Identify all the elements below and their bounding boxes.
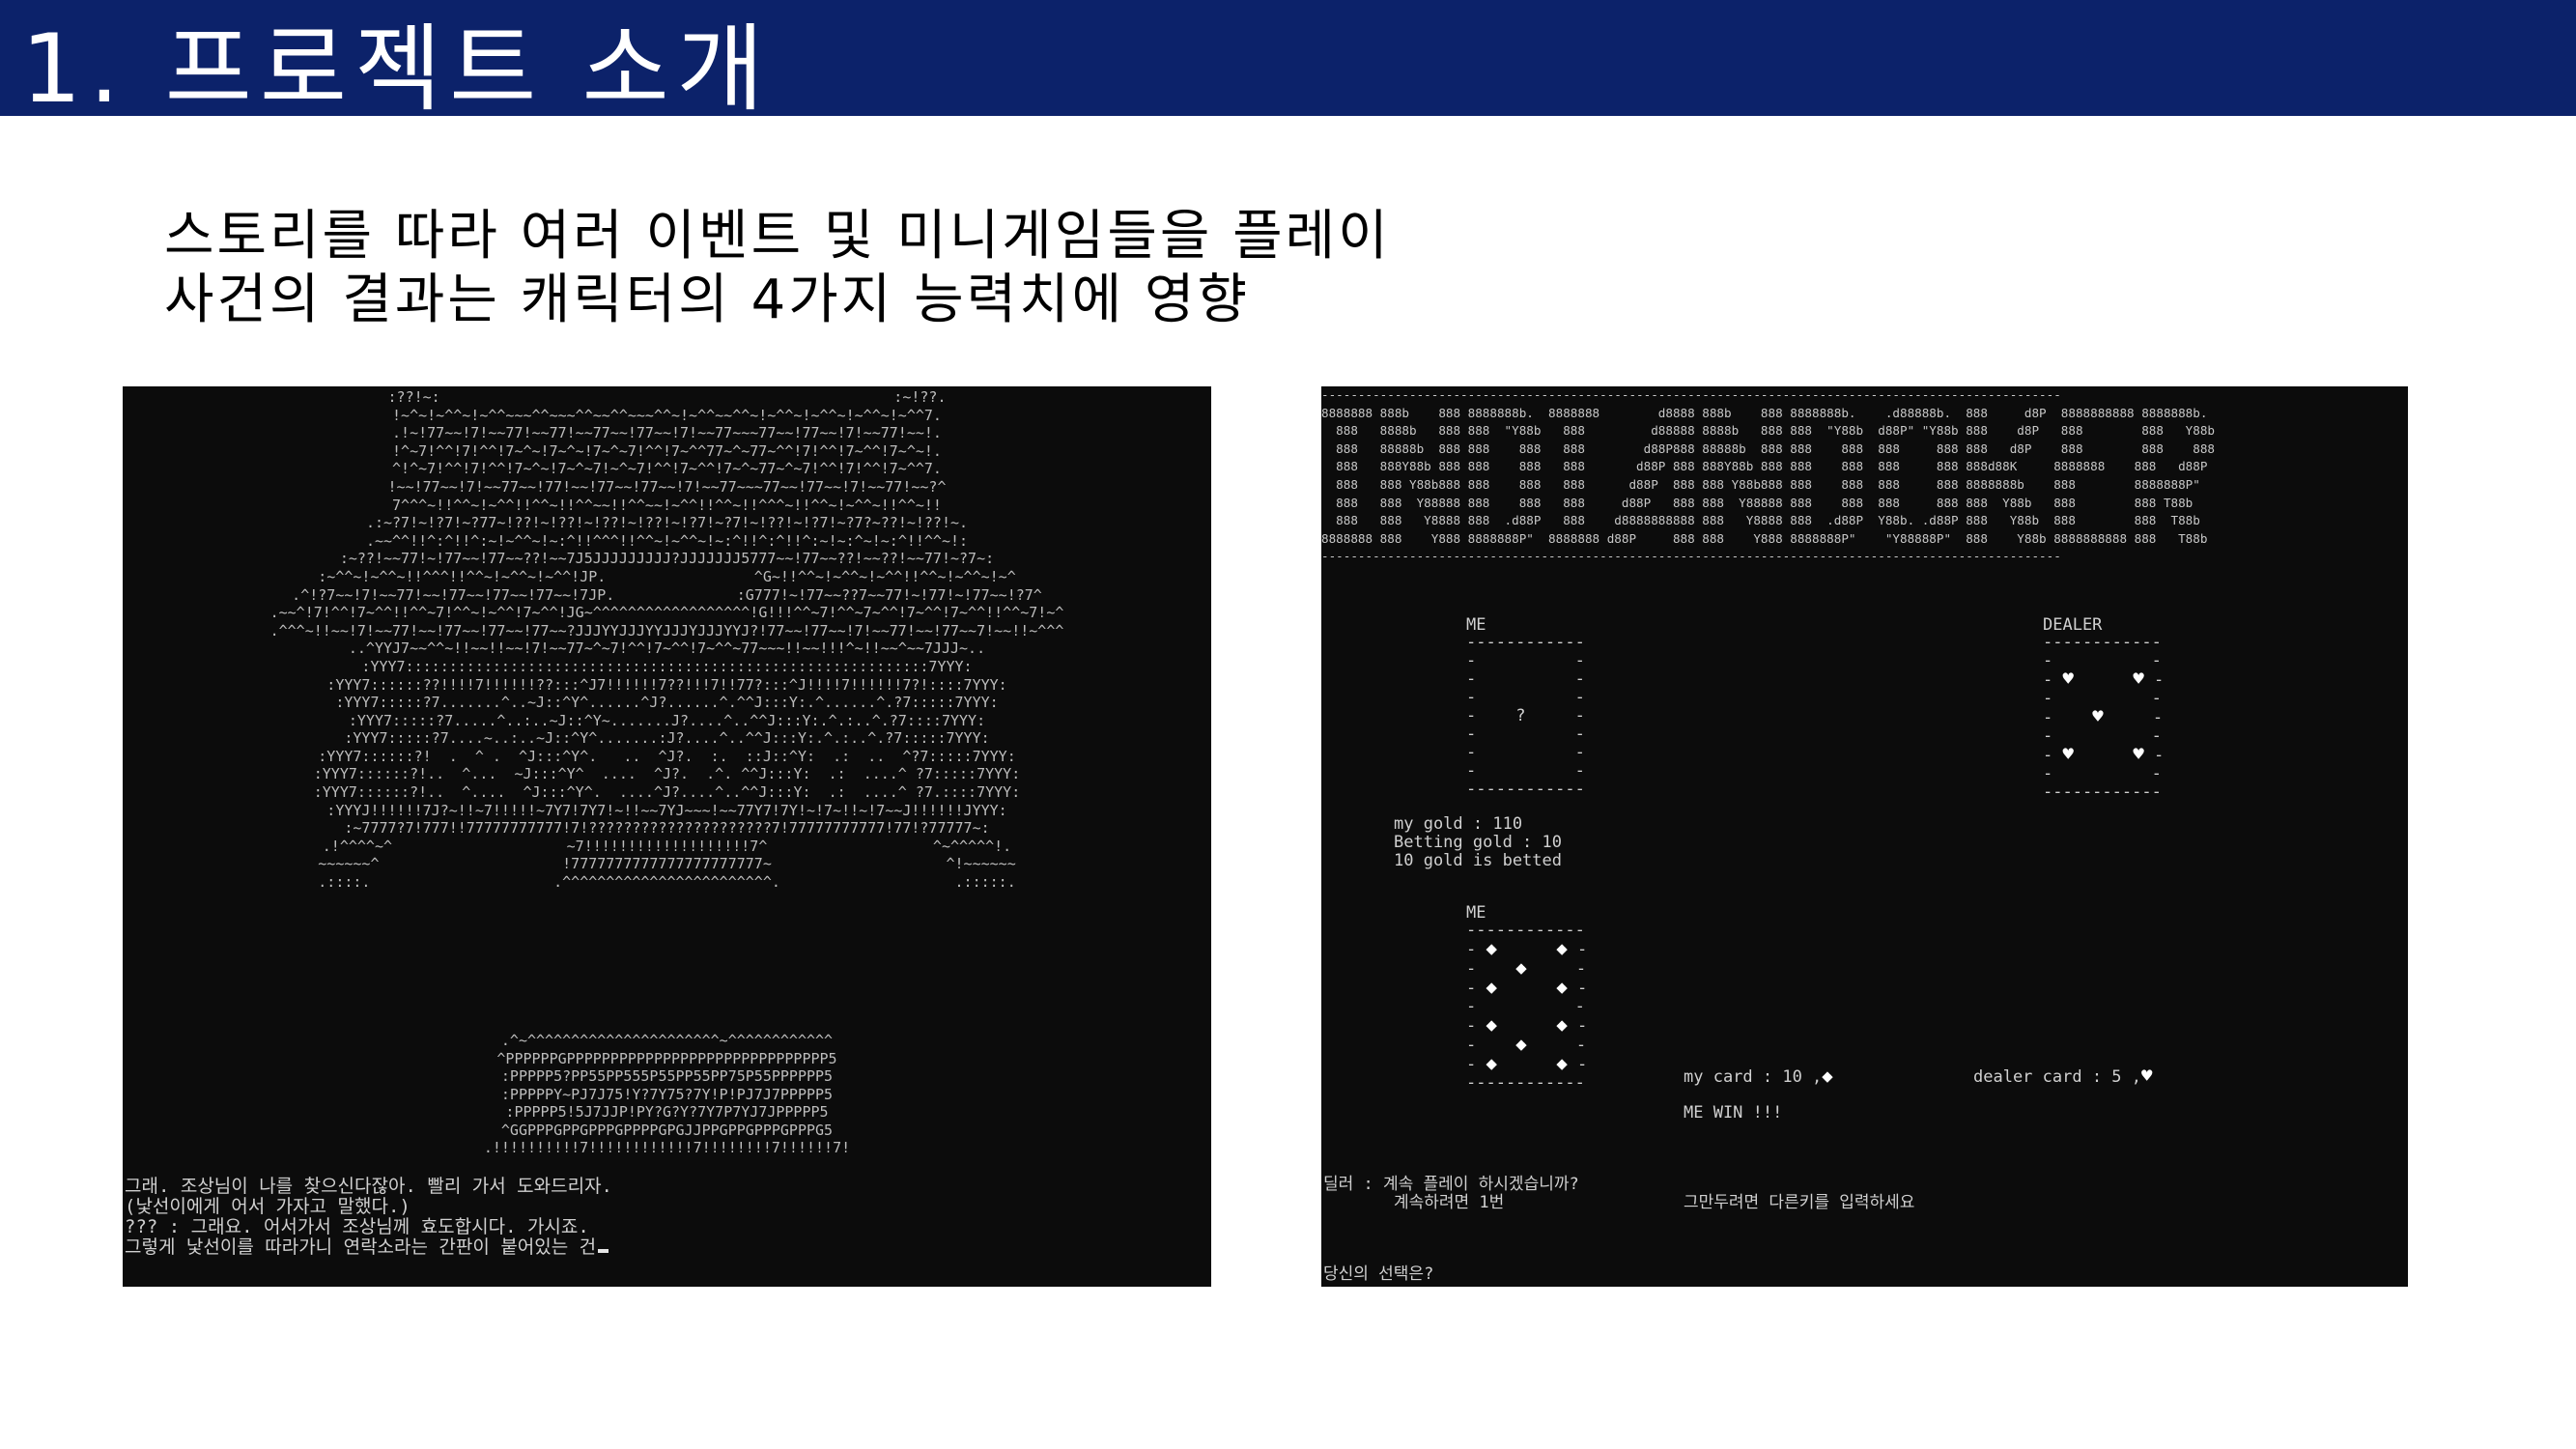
continue-prompt: 딜러 : 계속 플레이 하시겠습니까?	[1323, 1175, 1579, 1194]
game-console-screenshot: ----------------------------------------…	[1321, 386, 2408, 1287]
ascii-sign-art: .^~^^^^^^^^^^^^^^^^^^^^^^~^^^^^^^^^^^^ ^…	[483, 1032, 851, 1156]
diamond-icon: ◆	[1556, 938, 1568, 959]
diamond-icon: ◆	[1822, 1065, 1833, 1087]
intro-line-1: 스토리를 따라 여러 이벤트 및 미니게임들을 플레이	[164, 205, 1391, 268]
diamond-icon: ◆	[1515, 1034, 1527, 1055]
continue-option: 계속하려면 1번	[1394, 1193, 1505, 1212]
heart-icon: ♥	[2062, 744, 2074, 765]
dealer-card: ------------ - - - ♥ ♥ - - - - ♥ - - - -…	[2043, 633, 2165, 802]
dialog-line-1: 그래. 조상님이 나를 찾으신다잖아. 빨리 가서 도와드리자.	[125, 1176, 612, 1197]
quit-hint: 그만두려면 다른키를 입력하세요	[1684, 1193, 1915, 1212]
choice-prompt: 당신의 선택은?	[1323, 1264, 1434, 1284]
ascii-banner: ----------------------------------------…	[1321, 387, 2216, 564]
result-text: ME WIN !!!	[1684, 1103, 1783, 1122]
ascii-house-art: :??!~: :~!??. !~^~!~^^~!~^^~~~^^~~~^^~~^…	[269, 388, 1064, 892]
dialog-line-2: (낯선이에게 어서 가자고 말했다.)	[125, 1196, 410, 1217]
my-gold-text: my gold : 110	[1394, 814, 1523, 834]
story-console-screenshot: :??!~: :~!??. !~^~!~^^~!~^^~~~^^~~~^^~~^…	[123, 386, 1211, 1287]
text-cursor	[598, 1249, 609, 1253]
diamond-icon: ◆	[1556, 977, 1568, 998]
intro-text: 스토리를 따라 여러 이벤트 및 미니게임들을 플레이 사건의 결과는 캐릭터의…	[164, 205, 1391, 332]
betting-gold-text: Betting gold : 10	[1394, 833, 1562, 852]
diamond-icon: ◆	[1486, 1053, 1497, 1074]
hidden-card-symbol: ?	[1515, 706, 1526, 725]
heart-icon: ♥	[2133, 668, 2144, 690]
dialog-line-4-text: 그렇게 낯선이를 따라가니 연락소라는 간판이 붙어있는 건	[125, 1236, 597, 1258]
diamond-icon: ◆	[1556, 1014, 1568, 1036]
me-hidden-card: ------------ - - - - - - - ? - - - - - -…	[1466, 633, 1585, 799]
my-card-value: my card : 10 ,	[1684, 1067, 1823, 1087]
story-dialog: 그래. 조상님이 나를 찾으신다잖아. 빨리 가서 도와드리자. (낯선이에게 …	[125, 1177, 612, 1258]
me-card: ------------ - ◆ ◆ - - ◆ - - ◆ ◆ - - - -…	[1466, 921, 1588, 1093]
heart-icon: ♥	[2141, 1065, 2153, 1087]
diamond-icon: ◆	[1486, 977, 1497, 998]
dealer-card-text: dealer card : 5 ,♥	[1973, 1067, 2152, 1087]
diamond-icon: ◆	[1486, 1014, 1497, 1036]
dialog-line-3: ??? : 그래요. 어서가서 조상님께 효도합시다. 가시죠.	[125, 1216, 589, 1237]
dialog-line-4: 그렇게 낯선이를 따라가니 연락소라는 간판이 붙어있는 건	[125, 1237, 612, 1258]
heart-icon: ♥	[2092, 706, 2104, 727]
diamond-icon: ◆	[1515, 957, 1527, 979]
heart-icon: ♥	[2062, 668, 2074, 690]
diamond-icon: ◆	[1486, 938, 1497, 959]
my-card-text: my card : 10 ,◆	[1684, 1067, 1833, 1087]
dealer-card-value: dealer card : 5 ,	[1973, 1067, 2141, 1087]
heart-icon: ♥	[2133, 744, 2144, 765]
gold-betted-text: 10 gold is betted	[1394, 851, 1562, 870]
intro-line-2: 사건의 결과는 캐릭터의 4가지 능력치에 영향	[164, 269, 1250, 331]
diamond-icon: ◆	[1556, 1053, 1568, 1074]
page-title: 1. 프로젝트 소개	[21, 14, 772, 125]
title-bar: 1. 프로젝트 소개	[0, 0, 2576, 125]
